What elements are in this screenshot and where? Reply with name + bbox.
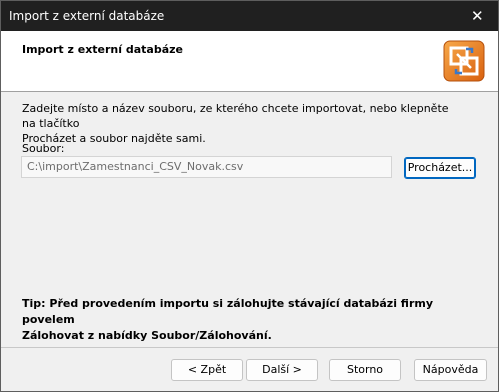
close-icon: ✕ <box>471 7 484 25</box>
page-title: Import z externí databáze <box>22 43 183 56</box>
tip-line-1: Tip: Před provedením importu si zálohujt… <box>22 297 434 326</box>
cancel-button[interactable]: Storno <box>329 359 401 381</box>
browse-button[interactable]: Procházet... <box>404 157 476 179</box>
title-bar[interactable]: Import z externí databáze ✕ <box>1 1 498 31</box>
window-title: Import z externí databáze <box>9 9 165 23</box>
next-button[interactable]: Další > <box>246 359 318 381</box>
instructions-line-2: Procházet a soubor najděte sami. <box>22 132 206 145</box>
import-dialog: Import z externí databáze ✕ Import z ext… <box>0 0 499 392</box>
tip-line-2: Zálohovat z nabídky Soubor/Zálohování. <box>22 329 272 342</box>
close-button[interactable]: ✕ <box>458 1 498 31</box>
wizard-header: Import z externí databáze <box>1 31 498 92</box>
instructions-text: Zadejte místo a název souboru, ze kteréh… <box>22 101 462 146</box>
back-button[interactable]: < Zpět <box>171 359 243 381</box>
instructions-line-1: Zadejte místo a název souboru, ze kteréh… <box>22 102 449 130</box>
file-path-field[interactable]: C:\import\Zamestnanci_CSV_Novak.csv <box>21 156 392 178</box>
help-button[interactable]: Nápověda <box>414 359 487 381</box>
footer-divider <box>1 347 498 348</box>
import-database-icon <box>443 40 485 82</box>
tip-text: Tip: Před provedením importu si zálohujt… <box>22 296 462 344</box>
file-label: Soubor: <box>22 142 65 155</box>
